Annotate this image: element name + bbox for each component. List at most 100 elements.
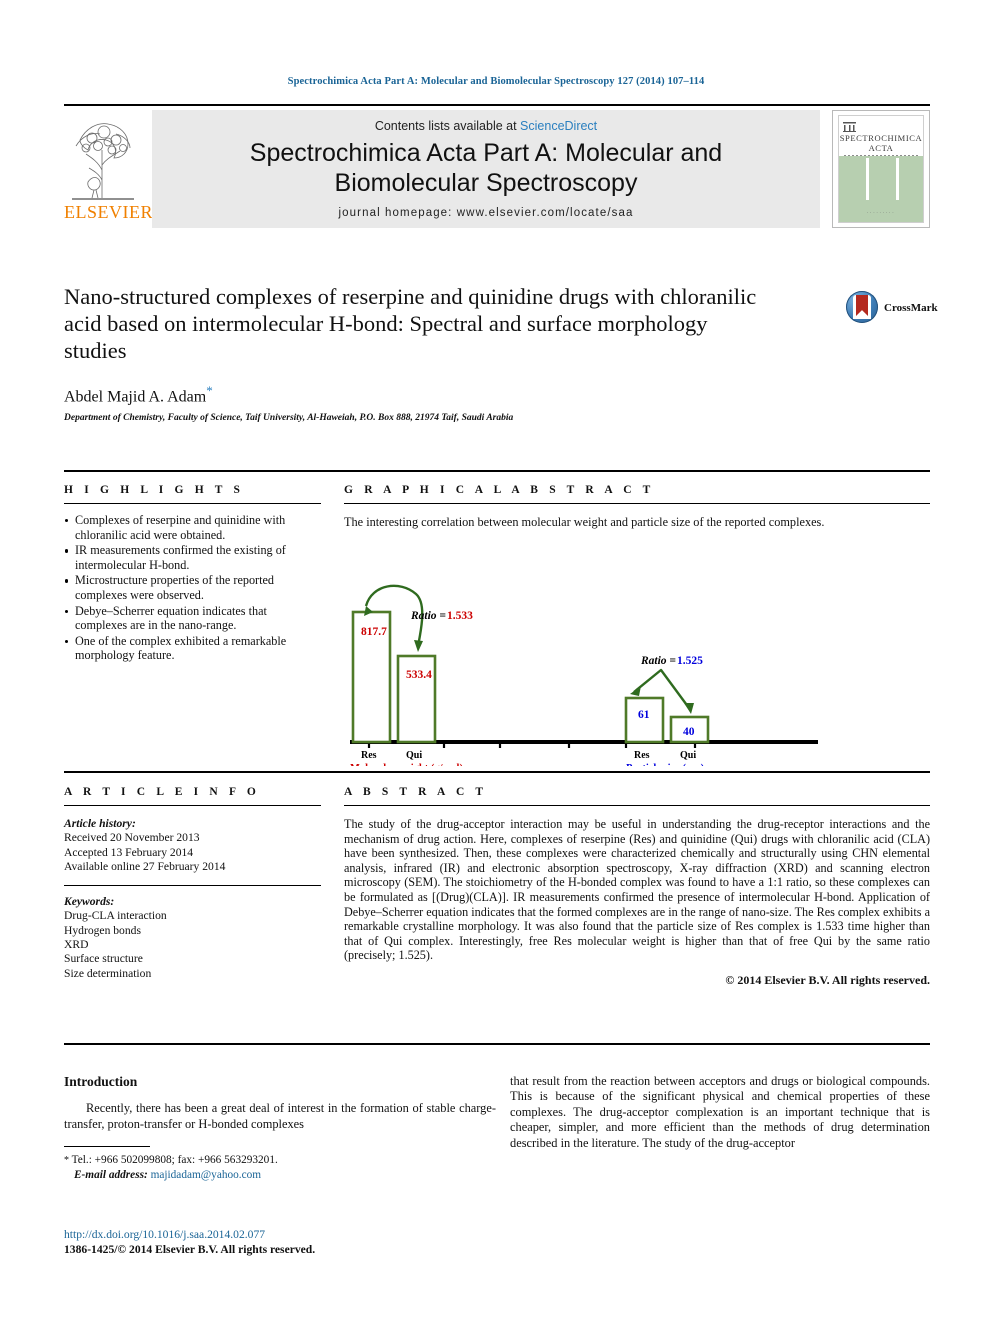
journal-title: Spectrochimica Acta Part A: Molecular an… [152, 138, 820, 198]
bar-category-ps-res: Res [634, 750, 650, 761]
elsevier-tree-icon [72, 123, 134, 200]
graphical-abstract-caption: The interesting correlation between mole… [344, 515, 825, 529]
ratio-value-ps: 1.525 [677, 655, 703, 667]
highlights-rule [64, 503, 321, 504]
introduction-paragraph-left: Recently, there has been a great deal of… [64, 1101, 496, 1131]
footer-block: http://dx.doi.org/10.1016/j.saa.2014.02.… [64, 1228, 315, 1257]
bar-category-ps-qui: Qui [680, 750, 696, 761]
article-history-online: Available online 27 February 2014 [64, 859, 226, 873]
abstract-section: A B S T R A C T The study of the drug-ac… [344, 786, 930, 988]
highlights-list: Complexes of reserpine and quinidine wit… [64, 513, 321, 663]
cover-inner: SPECTROCHIMICA ACTA ········· [838, 115, 924, 223]
highlights-heading: H I G H L I G H T S [64, 484, 245, 496]
journal-masthead: ELSEVIER Contents lists available at Sci… [64, 104, 930, 232]
elsevier-wordmark: ELSEVIER [64, 202, 153, 222]
elsevier-logo: ELSEVIER [64, 110, 153, 230]
paper-page: Spectrochimica Acta Part A: Molecular an… [0, 0, 992, 1323]
doi-link[interactable]: http://dx.doi.org/10.1016/j.saa.2014.02.… [64, 1228, 315, 1243]
introduction-paragraph-right: that result from the reaction between ac… [510, 1074, 930, 1150]
bar-chart: 817.7 533.4 Ratio = 1.533 Res Qui Molecu… [350, 584, 818, 766]
graphical-abstract-section: G R A P H I C A L A B S T R A C T The in… [344, 484, 930, 776]
abstract-copyright: © 2014 Elsevier B.V. All rights reserved… [725, 972, 930, 987]
section-divider-top [64, 470, 930, 472]
introduction-right-column: that result from the reaction between ac… [510, 1074, 930, 1151]
list-item: IR measurements confirmed the existing o… [64, 543, 321, 572]
issn-rights: 1386-1425/© 2014 Elsevier B.V. All right… [64, 1242, 316, 1256]
graphical-abstract-heading: G R A P H I C A L A B S T R A C T [344, 484, 655, 496]
highlights-section: H I G H L I G H T S Complexes of reserpi… [64, 484, 321, 664]
ratio-arrowtail-ps [630, 686, 641, 696]
article-history: Article history: Received 20 November 20… [64, 817, 321, 874]
footnote-tel-line: * Tel.: +966 502099808; fax: +966 563293… [64, 1153, 496, 1168]
cover-footer: ········· [866, 211, 896, 216]
abstract-rule [344, 805, 930, 806]
keyword-item: Drug-CLA interaction [64, 909, 167, 923]
ratio-label-mw: Ratio = [410, 610, 446, 622]
journal-homepage[interactable]: journal homepage: www.elsevier.com/locat… [152, 207, 820, 219]
section-heading-introduction: Introduction [64, 1074, 138, 1089]
journal-title-line1: Spectrochimica Acta Part A: Molecular an… [249, 139, 723, 167]
ratio-arrowhead-ps [684, 703, 694, 714]
introduction-left-column: Introduction Recently, there has been a … [64, 1074, 496, 1182]
abstract-text: The study of the drug-acceptor interacti… [344, 817, 930, 963]
list-item: Microstructure properties of the reporte… [64, 573, 321, 602]
running-head: Spectrochimica Acta Part A: Molecular an… [287, 76, 705, 87]
bar-label-ps-qui: 40 [683, 726, 695, 738]
footnote-marker: * [64, 1155, 69, 1167]
author-name: Abdel Majid A. Adam [64, 388, 207, 406]
cover-title-line2: ACTA [868, 143, 894, 153]
footnote-email-label: E-mail address: [74, 1169, 148, 1182]
article-info-heading: A R T I C L E I N F O [64, 786, 260, 798]
footnote: * Tel.: +966 502099808; fax: +966 563293… [64, 1153, 496, 1182]
article-info-rule [64, 805, 321, 806]
page-title: Nano-structured complexes of reserpine a… [64, 284, 757, 363]
journal-cover-thumbnail: SPECTROCHIMICA ACTA ········· [832, 110, 930, 228]
author-footnote-marker[interactable]: * [206, 383, 213, 398]
footnote-email-link[interactable]: majidadam@yahoo.com [151, 1169, 261, 1181]
section-divider-middle [64, 771, 930, 773]
ratio-value-mw: 1.533 [447, 610, 473, 622]
keyword-item: Surface structure [64, 952, 143, 966]
list-item: Debye–Scherrer equation indicates that c… [64, 604, 321, 633]
ratio-arrowhead-mw [414, 640, 423, 652]
journal-band: Contents lists available at ScienceDirec… [152, 110, 820, 228]
sciencedirect-link[interactable]: ScienceDirect [520, 119, 597, 133]
list-item: Complexes of reserpine and quinidine wit… [64, 513, 321, 542]
cover-title-line1: SPECTROCHIMICA [839, 133, 923, 143]
article-info-section: A R T I C L E I N F O Article history: R… [64, 786, 321, 981]
abstract-heading: A B S T R A C T [344, 786, 488, 798]
axis-label-molecular-weight: Molecular weight (g/mol) [350, 763, 463, 766]
footnote-email-line: E-mail address: majidadam@yahoo.com [64, 1168, 496, 1182]
footnote-tel: Tel.: +966 502099808; fax: +966 56329320… [71, 1154, 278, 1167]
bar-category-mw-res: Res [361, 750, 377, 761]
article-history-label: Article history: [64, 817, 136, 830]
list-item: One of the complex exhibited a remarkabl… [64, 634, 321, 663]
keywords-rule [64, 885, 321, 887]
cover-publisher-icon [843, 119, 856, 132]
affiliation: Department of Chemistry, Faculty of Scie… [64, 413, 514, 424]
bar-category-mw-qui: Qui [406, 750, 422, 761]
cover-header: SPECTROCHIMICA ACTA [839, 116, 923, 158]
axis-label-particle-size: Particle size (nm) [626, 763, 705, 766]
bar-label-mw-qui: 533.4 [406, 669, 432, 681]
keywords: Keywords: Drug-CLA interaction Hydrogen … [64, 895, 321, 981]
keyword-item: Hydrogen bonds [64, 923, 141, 937]
crossmark-badge[interactable]: CrossMark [846, 291, 942, 335]
article-history-received: Received 20 November 2013 [64, 831, 200, 845]
author-list: Abdel Majid A. Adam* [64, 383, 764, 406]
contents-line: Contents lists available at ScienceDirec… [152, 119, 820, 133]
bar-label-ps-res: 61 [638, 709, 650, 721]
crossmark-label: CrossMark [884, 302, 938, 314]
bar-label-mw-res: 817.7 [361, 626, 387, 638]
ratio-label-ps: Ratio = [640, 655, 676, 667]
journal-title-line2: Biomolecular Spectroscopy [334, 169, 638, 197]
title-block: Nano-structured complexes of reserpine a… [64, 283, 764, 423]
keyword-item: XRD [64, 938, 89, 952]
footnote-rule [64, 1146, 150, 1148]
graphical-abstract-rule [344, 503, 930, 504]
article-history-accepted: Accepted 13 February 2014 [64, 845, 194, 859]
section-divider-bottom [64, 1043, 930, 1045]
keyword-item: Size determination [64, 966, 152, 980]
crossmark-icon [846, 291, 878, 323]
contents-prefix: Contents lists available at [374, 119, 521, 133]
